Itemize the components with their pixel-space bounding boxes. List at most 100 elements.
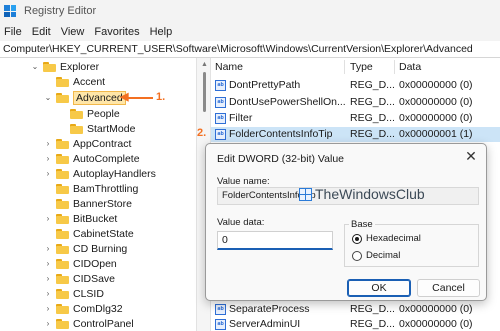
table-row-selected[interactable]: ab FolderContentsInfoTip REG_D... 0x00000… <box>211 127 500 142</box>
ok-button[interactable]: OK <box>347 279 411 297</box>
hexadecimal-radio[interactable]: Hexadecimal <box>352 233 421 244</box>
tree-item-bamthrottling[interactable]: BamThrottling <box>56 181 138 196</box>
tree-item-cd-burning[interactable]: › CD Burning <box>43 241 128 256</box>
tree-item-label: CIDOpen <box>73 257 117 270</box>
scroll-up-icon[interactable]: ▲ <box>201 61 208 68</box>
tree-item-label: AutoComplete <box>73 152 140 165</box>
table-row[interactable]: ab DontPrettyPath REG_D... 0x00000000 (0) <box>211 78 500 93</box>
value-name-label: Value name: <box>217 176 270 187</box>
value-data-input[interactable]: 0 <box>217 231 333 250</box>
menu-edit[interactable]: Edit <box>27 26 56 38</box>
value-data: 0x00000000 (0) <box>399 79 473 91</box>
tree-item-autocomplete[interactable]: › AutoComplete <box>43 151 140 166</box>
value-type: REG_D... <box>350 112 395 124</box>
tree-item-accent[interactable]: Accent <box>56 74 105 89</box>
cancel-button[interactable]: Cancel <box>417 279 480 297</box>
tree-item-label: BitBucket <box>73 212 118 225</box>
menu-file[interactable]: File <box>0 26 27 38</box>
table-row[interactable]: ab Filter REG_D... 0x00000000 (0) <box>211 111 500 126</box>
tree-item-cidsave[interactable]: › CIDSave <box>43 271 115 286</box>
list-header: Name Type Data <box>211 58 500 76</box>
hexadecimal-label: Hexadecimal <box>366 233 421 244</box>
value-name: Filter <box>229 112 253 124</box>
tree-item-controlpanel[interactable]: › ControlPanel <box>43 316 134 331</box>
tree-item-advanced[interactable]: ⌄ Advanced <box>43 90 126 105</box>
folder-icon <box>70 108 83 119</box>
tree-item-bitbucket[interactable]: › BitBucket <box>43 211 118 226</box>
reg-binary-icon: ab <box>215 112 226 124</box>
value-name: DontPrettyPath <box>229 79 301 91</box>
column-header-name[interactable]: Name <box>215 61 243 73</box>
value-data: 0x00000000 (0) <box>399 318 473 330</box>
menu-favorites[interactable]: Favorites <box>89 26 144 38</box>
value-type: REG_D... <box>350 79 395 91</box>
folder-icon <box>56 213 69 224</box>
folder-icon <box>56 183 69 194</box>
chevron-right-icon[interactable]: › <box>43 139 53 148</box>
title-bar: Registry Editor <box>0 0 500 22</box>
column-header-type[interactable]: Type <box>350 61 373 73</box>
tree-item-comdlg32[interactable]: › ComDlg32 <box>43 301 123 316</box>
chevron-right-icon[interactable]: › <box>43 319 53 328</box>
chevron-right-icon[interactable]: › <box>43 214 53 223</box>
tree-item-clsid[interactable]: › CLSID <box>43 286 104 301</box>
tree-item-autoplayhandlers[interactable]: › AutoplayHandlers <box>43 166 156 181</box>
radio-selected-icon <box>352 233 362 244</box>
tree-item-people[interactable]: People <box>70 106 120 121</box>
menu-view[interactable]: View <box>56 26 90 38</box>
chevron-right-icon[interactable]: › <box>43 274 53 283</box>
window-title: Registry Editor <box>24 5 97 17</box>
address-bar[interactable]: Computer\HKEY_CURRENT_USER\Software\Micr… <box>0 41 500 58</box>
value-data: 0x00000001 (1) <box>399 128 473 140</box>
address-path: Computer\HKEY_CURRENT_USER\Software\Micr… <box>3 43 473 55</box>
table-row[interactable]: ab ServerAdminUI REG_D... 0x00000000 (0) <box>211 317 500 331</box>
radio-unselected-icon <box>352 250 362 261</box>
chevron-down-icon[interactable]: ⌄ <box>43 93 53 102</box>
chevron-right-icon[interactable]: › <box>43 244 53 253</box>
tree-item-explorer[interactable]: ⌄ Explorer <box>30 59 99 74</box>
chevron-right-icon[interactable]: › <box>43 259 53 268</box>
tree-item-label: Explorer <box>60 60 100 73</box>
menu-bar: File Edit View Favorites Help <box>0 22 500 41</box>
tree-item-label: ControlPanel <box>73 317 134 330</box>
chevron-right-icon[interactable]: › <box>43 154 53 163</box>
folder-icon <box>56 318 69 329</box>
annotation-arrow-1 <box>125 97 153 99</box>
folder-icon <box>56 258 69 269</box>
tree-item-label: ComDlg32 <box>73 302 123 315</box>
registry-icon <box>4 5 16 17</box>
chevron-right-icon[interactable]: › <box>43 169 53 178</box>
menu-help[interactable]: Help <box>145 26 178 38</box>
scrollbar-thumb[interactable] <box>203 72 206 112</box>
folder-icon <box>56 168 69 179</box>
tree-item-bannerstore[interactable]: BannerStore <box>56 196 132 211</box>
close-icon[interactable]: ✕ <box>463 148 479 165</box>
folder-icon <box>56 303 69 314</box>
table-row[interactable]: ab SeparateProcess REG_D... 0x00000000 (0… <box>211 302 500 317</box>
column-divider[interactable] <box>394 60 395 74</box>
chevron-right-icon[interactable]: › <box>43 304 53 313</box>
tree-item-startmode[interactable]: StartMode <box>70 121 135 136</box>
folder-icon <box>56 153 69 164</box>
tree-item-label: CIDSave <box>73 272 116 285</box>
value-name: ServerAdminUI <box>229 318 301 330</box>
annotation-step-2: 2. <box>197 127 207 139</box>
folder-icon <box>56 76 69 87</box>
reg-binary-icon: ab <box>215 96 226 108</box>
value-name: SeparateProcess <box>229 303 310 315</box>
edit-dword-dialog: Edit DWORD (32-bit) Value ✕ Value name: … <box>205 143 487 301</box>
value-type: REG_D... <box>350 303 395 315</box>
column-header-data[interactable]: Data <box>399 61 421 73</box>
tree-item-label: Accent <box>73 75 106 88</box>
column-divider[interactable] <box>344 60 345 74</box>
tree-item-label: People <box>87 107 120 120</box>
decimal-radio[interactable]: Decimal <box>352 250 400 261</box>
tree-item-cidopen[interactable]: › CIDOpen <box>43 256 117 271</box>
table-row[interactable]: ab DontUsePowerShellOn... REG_D... 0x0000… <box>211 95 500 110</box>
value-name: FolderContentsInfoTip <box>229 128 333 140</box>
chevron-right-icon[interactable]: › <box>43 289 53 298</box>
tree-item-appcontract[interactable]: › AppContract <box>43 136 132 151</box>
tree-item-cabinetstate[interactable]: CabinetState <box>56 226 134 241</box>
value-data-label: Value data: <box>217 217 265 228</box>
chevron-down-icon[interactable]: ⌄ <box>30 62 40 71</box>
